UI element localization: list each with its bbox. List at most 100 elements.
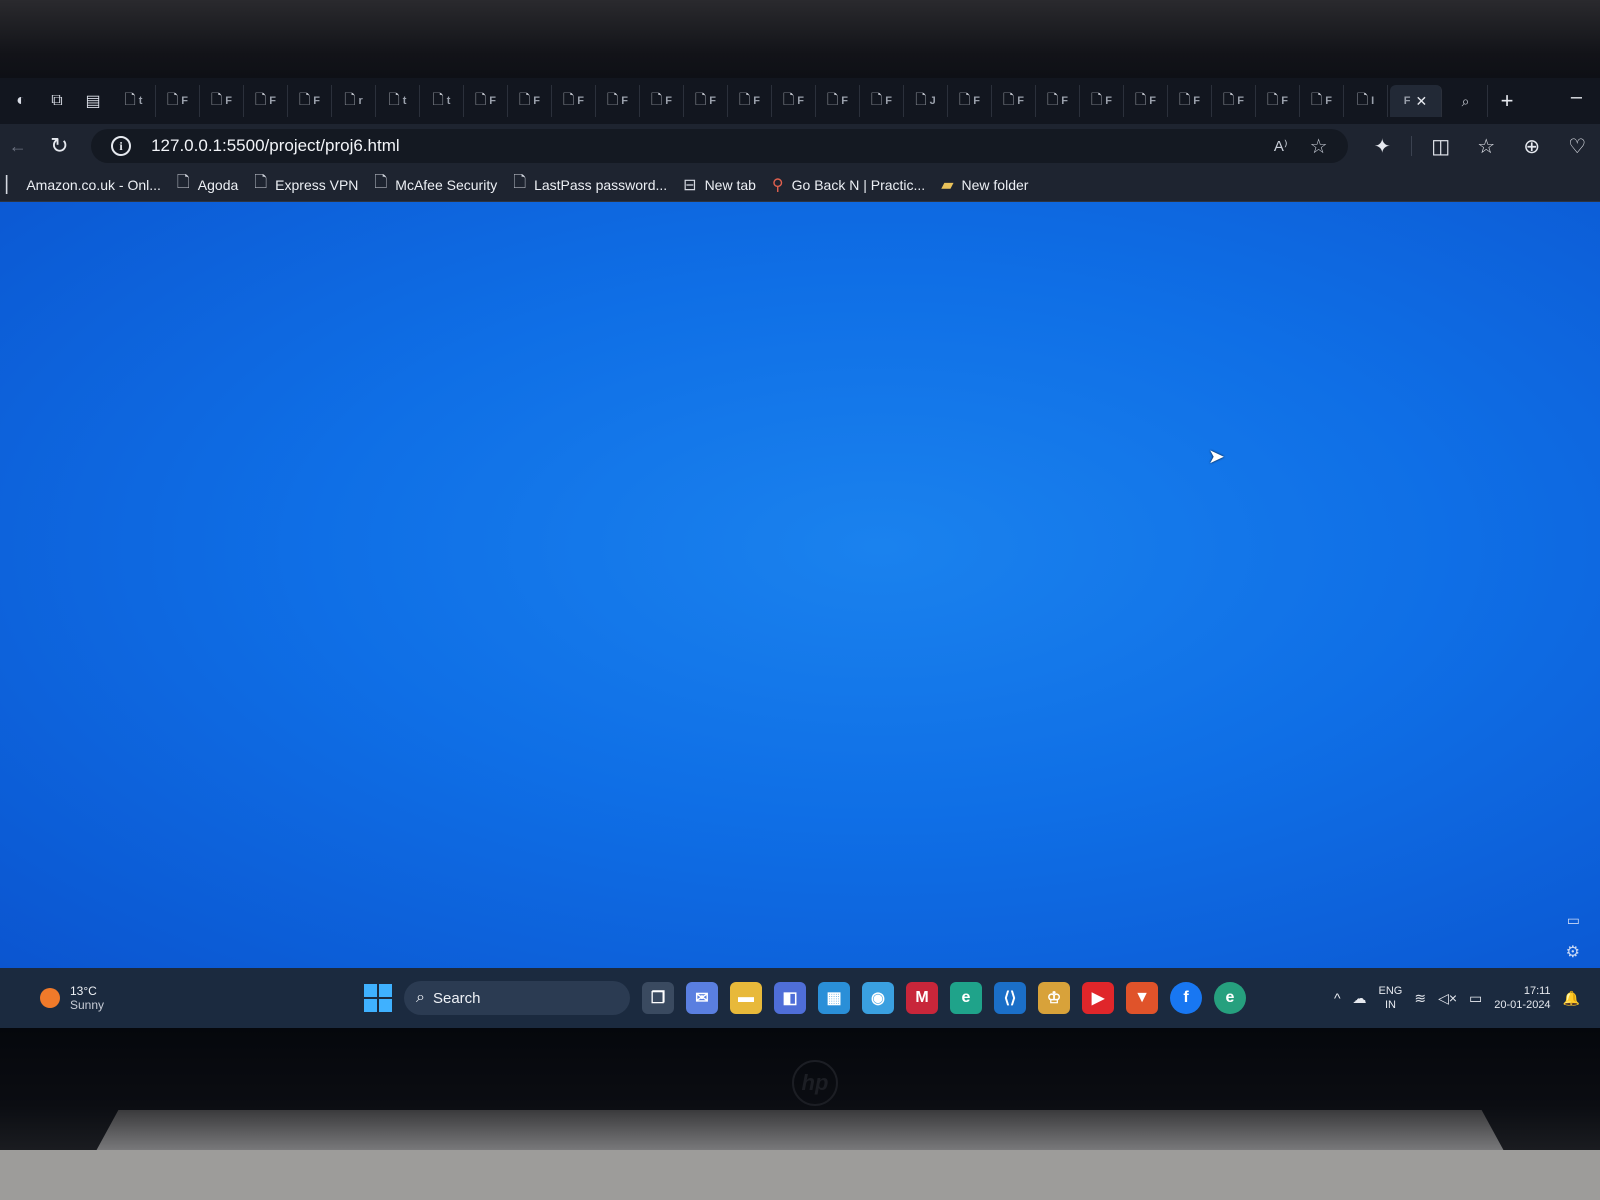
browser-tab[interactable]: 🗋 F [948, 85, 992, 117]
vscode-icon[interactable]: ⟨⟩ [994, 982, 1026, 1014]
tab-label: F [313, 95, 320, 107]
browser-tab[interactable]: 🗋 F [1036, 85, 1080, 117]
weather-widget[interactable]: 13°C Sunny [40, 984, 104, 1012]
tab-label: F [1325, 95, 1332, 107]
favorites-icon[interactable]: ☆ [1464, 134, 1510, 159]
browser-tab[interactable]: 🗋 F [464, 85, 508, 117]
notification-bell-icon[interactable]: 🔔 [1563, 990, 1580, 1007]
browser-tab[interactable]: 🗋 t [112, 85, 156, 117]
bookmark-item[interactable]: 🗋 Agoda [177, 171, 238, 198]
profile-icon[interactable]: ◐ [4, 86, 38, 116]
browser-tab[interactable]: 🗋 F [508, 85, 552, 117]
tab-label: F [973, 95, 980, 107]
bookmark-item[interactable]: 🗋 Express VPN [254, 171, 358, 198]
split-screen-icon[interactable]: ◫ [1418, 134, 1464, 159]
youtube-icon[interactable]: ▶ [1082, 982, 1114, 1014]
bookmark-item[interactable]: ⚲ Go Back N | Practic... [772, 175, 925, 195]
browser-tab[interactable]: 🗋 F [1300, 85, 1344, 117]
page-content[interactable]: ➤ ▭ ⚙ [0, 202, 1600, 968]
system-tray: ^ ☁ ENG IN ≋ ◁× ▭ 17:11 20-01-2024 🔔 [1334, 984, 1580, 1012]
chat-icon[interactable]: ✉ [686, 982, 718, 1014]
browser-tab[interactable]: 🗋 F [992, 85, 1036, 117]
sidebar-toggle-icon[interactable]: ▭ [1567, 912, 1580, 929]
facebook-icon[interactable]: f [1170, 982, 1202, 1014]
bookmark-item[interactable]: ⊟ New tab [683, 175, 756, 195]
browser-tab[interactable]: 🗋 F [156, 85, 200, 117]
refresh-button[interactable]: ↻ [36, 133, 83, 159]
weather-condition: Sunny [70, 998, 105, 1012]
brave-icon[interactable]: ▼ [1126, 982, 1158, 1014]
date-text: 20-01-2024 [1494, 999, 1551, 1011]
bookmark-item[interactable]: ▏ Amazon.co.uk - Onl... [6, 175, 161, 195]
browser-tab[interactable]: 🗋 F [860, 85, 904, 117]
browser-tab[interactable]: 🗋 F [596, 85, 640, 117]
app-icon[interactable]: ♔ [1038, 982, 1070, 1014]
browser-tab[interactable]: 🗋 F [640, 85, 684, 117]
browser-tab[interactable]: 🗋 F [728, 85, 772, 117]
tab-search[interactable]: ⌕ [1444, 85, 1488, 117]
workspaces-icon[interactable]: ⧉ [40, 86, 74, 116]
back-button[interactable]: ← [0, 136, 36, 157]
favorite-star-icon[interactable]: ☆ [1310, 134, 1328, 159]
clock[interactable]: 17:11 20-01-2024 [1494, 984, 1550, 1012]
new-tab-button[interactable]: + [1490, 85, 1524, 117]
browser-tab[interactable]: 🗋 F [772, 85, 816, 117]
volume-muted-icon[interactable]: ◁× [1438, 990, 1457, 1007]
page-icon: 🗋 [211, 91, 223, 107]
browser-tab[interactable]: 🗋 F [1212, 85, 1256, 117]
app-icon[interactable]: ▦ [818, 982, 850, 1014]
vertical-tabs-icon[interactable]: ▤ [76, 86, 110, 116]
browser-tab[interactable]: 🗋 t [376, 85, 420, 117]
browser-tab[interactable]: 🗋 F [816, 85, 860, 117]
mcafee-icon[interactable]: M [906, 982, 938, 1014]
page-icon: 🗋 [1267, 91, 1279, 107]
read-aloud-icon[interactable]: A⁾ [1274, 137, 1288, 155]
sidebar-settings-icon[interactable]: ⚙ [1566, 942, 1580, 962]
browser-tab[interactable]: 🗋 F [552, 85, 596, 117]
tab-active[interactable]: F ✕ [1390, 85, 1442, 117]
site-info-icon[interactable]: i [111, 136, 132, 156]
page-icon: 🗋 [475, 91, 487, 107]
file-explorer-icon[interactable]: ▬ [730, 982, 762, 1014]
bookmark-item[interactable]: 🗋 McAfee Security [374, 171, 497, 198]
page-icon: 🗋 [739, 91, 751, 107]
url-text[interactable]: 127.0.0.1:5500/project/proj6.html [151, 136, 400, 156]
page-icon: 🗋 [1223, 91, 1235, 107]
browser-tab[interactable]: 🗋 I [1344, 85, 1388, 117]
battery-icon[interactable]: ▭ [1469, 990, 1482, 1007]
browser-tab[interactable]: 🗋 F [684, 85, 728, 117]
address-bar[interactable]: i 127.0.0.1:5500/project/proj6.html A⁾ ☆ [91, 129, 1348, 163]
bookmark-item[interactable]: 🗋 LastPass password... [513, 171, 667, 198]
wifi-icon[interactable]: ≋ [1414, 990, 1426, 1007]
task-view-icon[interactable]: ❐ [642, 982, 674, 1014]
taskbar-search[interactable]: ⌕ Search [404, 981, 630, 1015]
bookmark-item[interactable]: ▰ New folder [941, 175, 1028, 195]
browser-essentials-icon[interactable]: ♡ [1555, 134, 1600, 159]
edge-icon[interactable]: e [950, 982, 982, 1014]
browser-tab[interactable]: 🗋 F [244, 85, 288, 117]
browser-tab[interactable]: 🗋 F [288, 85, 332, 117]
browser-tab[interactable]: 🗋 F [1256, 85, 1300, 117]
close-tab-icon[interactable]: ✕ [1416, 93, 1428, 110]
browser-tab[interactable]: 🗋 t [420, 85, 464, 117]
minimize-button[interactable]: – [1571, 86, 1582, 109]
chevron-up-icon[interactable]: ^ [1334, 990, 1341, 1006]
store-icon[interactable]: ◧ [774, 982, 806, 1014]
browser-tab[interactable]: 🗋 r [332, 85, 376, 117]
tab-label: F [489, 95, 496, 107]
edge-profile-icon[interactable]: e [1214, 982, 1246, 1014]
collections-icon[interactable]: ⊕ [1509, 134, 1555, 159]
language-indicator[interactable]: ENG IN [1379, 984, 1403, 1012]
browser-tab[interactable]: 🗋 F [1168, 85, 1212, 117]
tab-label: r [358, 95, 363, 107]
browser-tab[interactable]: 🗋 F [1080, 85, 1124, 117]
browser-tab[interactable]: 🗋 F [200, 85, 244, 117]
browser-tab[interactable]: 🗋 J [904, 85, 948, 117]
browser-app-icon[interactable]: ◉ [862, 982, 894, 1014]
search-icon: ⌕ [1461, 92, 1470, 109]
bookmarks-bar: ▏ Amazon.co.uk - Onl... 🗋 Agoda 🗋 Express VPN… [0, 168, 1600, 202]
onedrive-icon[interactable]: ☁ [1353, 990, 1367, 1007]
extensions-icon[interactable]: ✦ [1360, 134, 1406, 159]
windows-start-icon[interactable] [364, 984, 392, 1012]
browser-tab[interactable]: 🗋 F [1124, 85, 1168, 117]
